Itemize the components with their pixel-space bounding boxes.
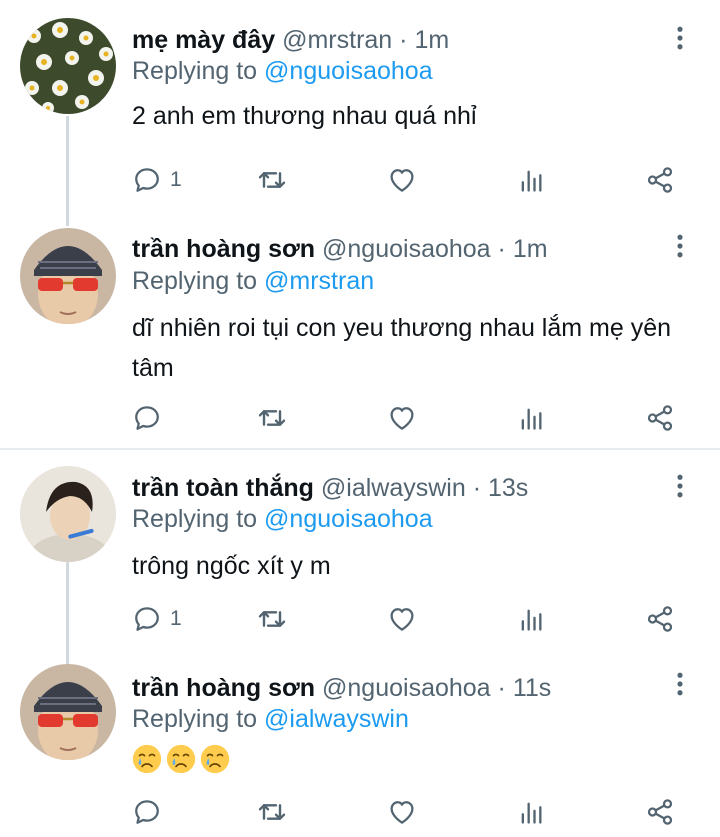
tweet-header: mẹ mày đây @mrstran · 1m: [132, 22, 449, 58]
more-vertical-icon: [666, 232, 694, 260]
thread-divider: [0, 448, 720, 450]
replying-to-line: Replying to @nguoisaohoa: [132, 502, 433, 536]
share-icon: [645, 165, 675, 195]
tweet-header: trần hoàng sơn @nguoisaohoa · 11s: [132, 670, 551, 706]
share-icon: [645, 797, 675, 827]
retweet-icon: [256, 796, 288, 828]
separator-dot: ·: [497, 674, 506, 702]
action-bar: [0, 792, 720, 832]
timestamp[interactable]: 11s: [513, 674, 551, 702]
timestamp[interactable]: 13s: [488, 474, 528, 502]
avatar-beanie-sunglasses[interactable]: [20, 664, 116, 760]
separator-dot: ·: [472, 474, 482, 502]
user-handle[interactable]: @nguoisaohoa: [322, 235, 491, 263]
replying-to-line: Replying to @ialwayswin: [132, 702, 409, 736]
analytics-icon: [517, 605, 545, 633]
share-button[interactable]: [645, 160, 675, 200]
analytics-icon: [517, 404, 545, 432]
reply-button[interactable]: [132, 398, 162, 438]
retweet-button[interactable]: [256, 160, 288, 200]
replying-to-line: Replying to @nguoisaohoa: [132, 54, 433, 88]
more-options-button[interactable]: [662, 468, 698, 504]
tweet-text: 2 anh em thương nhau quá nhỉ: [132, 102, 477, 130]
replying-to-mention[interactable]: @nguoisaohoa: [264, 57, 433, 85]
display-name[interactable]: trần hoàng sơn: [132, 674, 315, 702]
heart-icon: [387, 403, 417, 433]
avatar-daisy-flowers[interactable]: [20, 18, 116, 114]
views-button[interactable]: [517, 599, 545, 639]
retweet-icon: [256, 603, 288, 635]
display-name[interactable]: trần hoàng sơn: [132, 235, 315, 263]
retweet-button[interactable]: [256, 792, 288, 832]
reply-count: 1: [170, 607, 182, 630]
tweet-text: trông ngốc xít y m: [132, 552, 331, 580]
replying-to-mention[interactable]: @nguoisaohoa: [264, 505, 433, 533]
reply-icon: [132, 403, 162, 433]
reply-icon: [132, 604, 162, 634]
retweet-button[interactable]: [256, 398, 288, 438]
reply-icon: [132, 165, 162, 195]
more-vertical-icon: [666, 670, 694, 698]
like-button[interactable]: [387, 398, 417, 438]
crying-face-emoji: [132, 744, 162, 774]
like-button[interactable]: [387, 160, 417, 200]
action-bar: [0, 398, 720, 438]
more-options-button[interactable]: [662, 666, 698, 702]
share-button[interactable]: [645, 398, 675, 438]
replying-to-line: Replying to @mrstran: [132, 264, 374, 298]
replying-to-label: Replying to: [132, 57, 258, 85]
reply-count: 1: [170, 168, 182, 191]
user-handle[interactable]: @mrstran: [282, 26, 392, 54]
action-bar: 1: [0, 160, 720, 200]
share-icon: [645, 604, 675, 634]
separator-dot: ·: [497, 235, 506, 263]
more-vertical-icon: [666, 472, 694, 500]
like-button[interactable]: [387, 599, 417, 639]
views-button[interactable]: [517, 792, 545, 832]
heart-icon: [387, 604, 417, 634]
more-options-button[interactable]: [662, 228, 698, 264]
analytics-icon: [517, 166, 545, 194]
like-button[interactable]: [387, 792, 417, 832]
reply-button[interactable]: 1: [132, 599, 182, 639]
replying-to-label: Replying to: [132, 267, 258, 295]
action-bar: 1: [0, 599, 720, 639]
more-options-button[interactable]: [662, 20, 698, 56]
views-button[interactable]: [517, 398, 545, 438]
crying-face-emoji: [166, 744, 196, 774]
views-button[interactable]: [517, 160, 545, 200]
reply-icon: [132, 797, 162, 827]
reply-button[interactable]: 1: [132, 160, 182, 200]
retweet-icon: [256, 164, 288, 196]
replying-to-mention[interactable]: @ialwayswin: [264, 705, 409, 733]
separator-dot: ·: [399, 26, 408, 54]
replying-to-label: Replying to: [132, 705, 258, 733]
emoji-row: [132, 744, 230, 774]
share-icon: [645, 403, 675, 433]
display-name[interactable]: trần toàn thắng: [132, 474, 314, 502]
avatar-beanie-sunglasses[interactable]: [20, 228, 116, 324]
user-handle[interactable]: @ialwayswin: [321, 474, 466, 502]
timestamp[interactable]: 1m: [513, 235, 548, 263]
share-button[interactable]: [645, 792, 675, 832]
more-vertical-icon: [666, 24, 694, 52]
user-handle[interactable]: @nguoisaohoa: [322, 674, 491, 702]
tweet-header: trần toàn thắng @ialwayswin · 13s: [132, 470, 528, 506]
display-name[interactable]: mẹ mày đây: [132, 26, 275, 54]
retweet-icon: [256, 402, 288, 434]
replying-to-label: Replying to: [132, 505, 258, 533]
tweet-header: trần hoàng sơn @nguoisaohoa · 1m: [132, 231, 548, 267]
heart-icon: [387, 165, 417, 195]
retweet-button[interactable]: [256, 599, 288, 639]
tweet-text: dĩ nhiên roi tụi con yeu thương nhau lắm…: [132, 314, 672, 382]
reply-button[interactable]: [132, 792, 162, 832]
timestamp[interactable]: 1m: [414, 26, 449, 54]
crying-face-emoji: [200, 744, 230, 774]
heart-icon: [387, 797, 417, 827]
replying-to-mention[interactable]: @mrstran: [264, 267, 374, 295]
avatar-person-photo[interactable]: [20, 466, 116, 562]
share-button[interactable]: [645, 599, 675, 639]
analytics-icon: [517, 798, 545, 826]
